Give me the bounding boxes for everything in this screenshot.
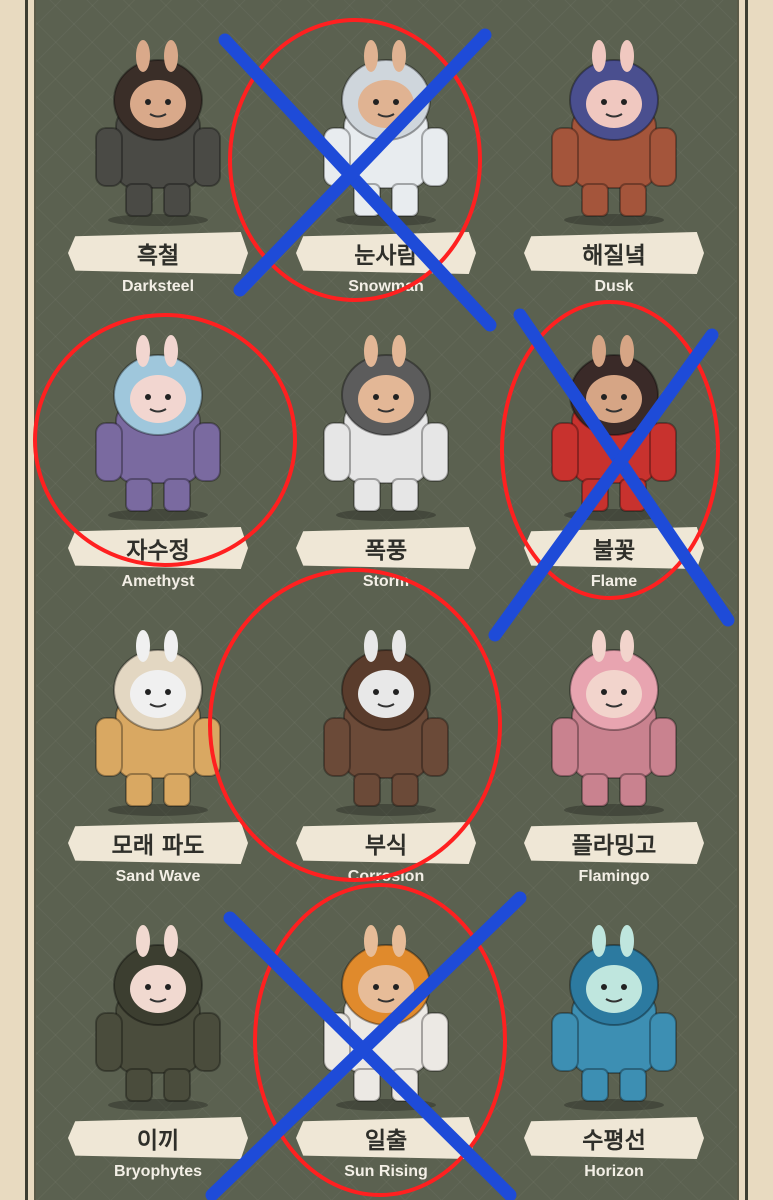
korean-name-plate: 흑철 — [68, 232, 248, 274]
korean-name: 부식 — [364, 833, 408, 859]
english-name: Horizon — [584, 1163, 644, 1180]
figure-image — [88, 38, 228, 228]
figure-image — [544, 628, 684, 818]
figure-card[interactable]: 이끼 Bryophytes — [48, 905, 268, 1195]
figure-card[interactable]: 폭풍 Storm — [276, 315, 496, 605]
korean-name-plate: 해질녘 — [524, 232, 704, 274]
korean-name-plate: 눈사람 — [296, 232, 476, 274]
figure-card[interactable]: 모래 파도 Sand Wave — [48, 610, 268, 900]
figure-image — [544, 38, 684, 228]
korean-name: 플라밍고 — [571, 833, 657, 859]
english-name: Snowman — [348, 278, 424, 295]
figure-image — [316, 333, 456, 523]
english-name: Corrosion — [347, 868, 425, 885]
english-name: Amethyst — [121, 573, 195, 590]
korean-name: 눈사람 — [354, 243, 418, 269]
figure-card[interactable]: 해질녘 Dusk — [504, 20, 724, 310]
english-name: Sun Rising — [344, 1163, 428, 1180]
figure-card[interactable]: 플라밍고 Flamingo — [504, 610, 724, 900]
korean-name-plate: 모래 파도 — [68, 822, 248, 864]
figure-image — [544, 333, 684, 523]
figure-image — [316, 38, 456, 228]
figure-card[interactable]: 자수정 Amethyst — [48, 315, 268, 605]
figure-image — [88, 628, 228, 818]
left-frame — [0, 0, 36, 1200]
korean-name-plate: 일출 — [296, 1117, 476, 1159]
figure-image — [316, 628, 456, 818]
korean-name-plate: 수평선 — [524, 1117, 704, 1159]
figure-card[interactable]: 흑철 Darksteel — [48, 20, 268, 310]
korean-name: 자수정 — [126, 538, 190, 564]
figure-card[interactable]: 눈사람 Snowman — [276, 20, 496, 310]
figure-image — [544, 923, 684, 1113]
english-name: Sand Wave — [115, 868, 201, 885]
korean-name-plate: 폭풍 — [296, 527, 476, 569]
figure-card[interactable]: 수평선 Horizon — [504, 905, 724, 1195]
right-frame — [737, 0, 773, 1200]
english-name: Dusk — [594, 278, 634, 295]
korean-name-plate: 부식 — [296, 822, 476, 864]
korean-name-plate: 플라밍고 — [524, 822, 704, 864]
korean-name: 이끼 — [136, 1128, 180, 1154]
korean-name: 폭풍 — [364, 538, 408, 564]
english-name: Bryophytes — [113, 1163, 203, 1180]
korean-name: 해질녘 — [582, 243, 646, 269]
korean-name-plate: 이끼 — [68, 1117, 248, 1159]
korean-name: 흑철 — [136, 243, 180, 269]
english-name: Darksteel — [121, 278, 195, 295]
korean-name: 수평선 — [582, 1128, 646, 1154]
korean-name: 모래 파도 — [111, 833, 205, 859]
figure-image — [88, 333, 228, 523]
korean-name: 일출 — [364, 1128, 408, 1154]
korean-name-plate: 자수정 — [68, 527, 248, 569]
korean-name-plate: 불꽃 — [524, 527, 704, 569]
figure-card[interactable]: 일출 Sun Rising — [276, 905, 496, 1195]
english-name: Storm — [362, 573, 410, 590]
figure-image — [88, 923, 228, 1113]
figure-image — [316, 923, 456, 1113]
english-name: Flamingo — [578, 868, 650, 885]
english-name: Flame — [590, 573, 638, 590]
korean-name: 불꽃 — [592, 538, 636, 564]
figure-card[interactable]: 부식 Corrosion — [276, 610, 496, 900]
figure-card[interactable]: 불꽃 Flame — [504, 315, 724, 605]
